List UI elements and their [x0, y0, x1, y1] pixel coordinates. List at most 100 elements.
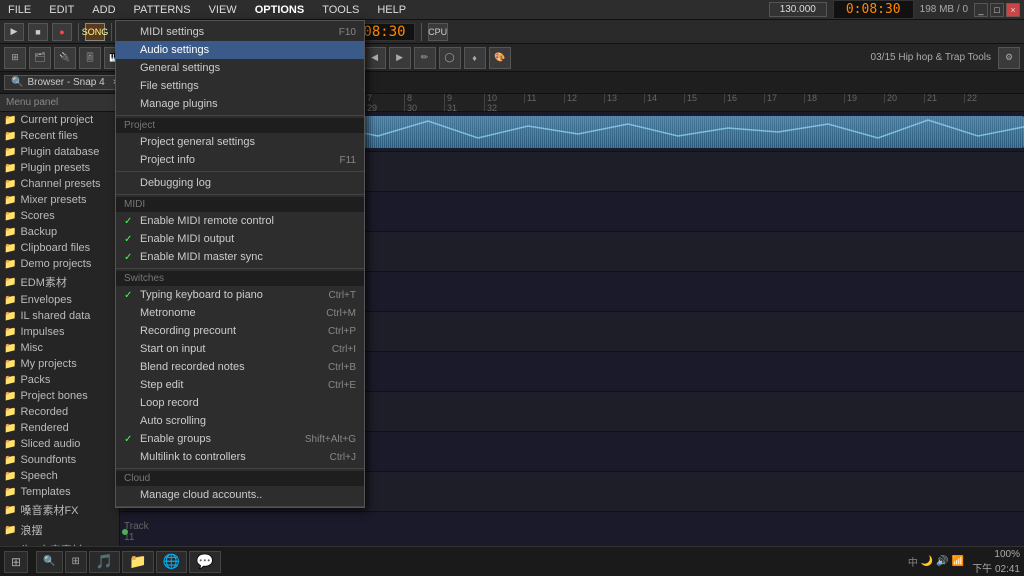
- menu-item-3-2[interactable]: ✓Enable MIDI master sync: [116, 248, 364, 266]
- sidebar-item-0[interactable]: 📁Current project: [0, 112, 119, 128]
- taskbar-app-3[interactable]: 🌐: [156, 551, 187, 573]
- clip-color[interactable]: 🎨: [489, 47, 511, 69]
- record-button[interactable]: ●: [52, 23, 72, 41]
- sidebar-item-8[interactable]: 📁Clipboard files: [0, 240, 119, 256]
- menu-item-3-1[interactable]: ✓Enable MIDI output: [116, 230, 364, 248]
- menu-item-label: Blend recorded notes: [140, 361, 245, 373]
- menu-item-2-0[interactable]: Debugging log: [116, 174, 364, 192]
- sidebar-item-15[interactable]: 📁My projects: [0, 356, 119, 372]
- maximize-button[interactable]: □: [990, 3, 1004, 17]
- menu-options[interactable]: OPTIONS: [251, 4, 309, 16]
- start-button[interactable]: ⊞: [4, 551, 28, 573]
- menu-item-1-1[interactable]: Project infoF11: [116, 151, 364, 169]
- tray-icon-2: 🌙: [921, 556, 933, 567]
- sidebar-item-4[interactable]: 📁Channel presets: [0, 176, 119, 192]
- taskbar-app-1[interactable]: 🎵: [89, 551, 120, 573]
- browser-button[interactable]: 🗂: [29, 47, 51, 69]
- plugin-button[interactable]: 🔌: [54, 47, 76, 69]
- menu-item-4-5[interactable]: Step editCtrl+E: [116, 376, 364, 394]
- sidebar-item-1[interactable]: 📁Recent files: [0, 128, 119, 144]
- menu-item-4-8[interactable]: ✓Enable groupsShift+Alt+G: [116, 430, 364, 448]
- clip-mute[interactable]: ◯: [439, 47, 461, 69]
- sidebar-item-22[interactable]: 📁Speech: [0, 468, 119, 484]
- sidebar-item-19[interactable]: 📁Rendered: [0, 420, 119, 436]
- menu-item-5-0[interactable]: Manage cloud accounts..: [116, 486, 364, 504]
- menu-item-0-2[interactable]: General settings: [116, 59, 364, 77]
- menu-item-label: Enable MIDI output: [140, 233, 234, 245]
- sidebar-item-label: Clipboard files: [20, 242, 90, 254]
- menu-item-label: Project info: [140, 154, 195, 166]
- browser-tab[interactable]: 🔍 Browser - Snap 4 ×: [4, 75, 126, 90]
- mixer-button[interactable]: 🎚: [79, 47, 101, 69]
- menu-item-4-9[interactable]: Multilink to controllersCtrl+J: [116, 448, 364, 466]
- pattern-mode[interactable]: SONG: [85, 23, 105, 41]
- sidebar-item-21[interactable]: 📁Soundfonts: [0, 452, 119, 468]
- menu-item-0-3[interactable]: File settings: [116, 77, 364, 95]
- sidebar-item-25[interactable]: 📁浪摆: [0, 520, 119, 540]
- menu-item-label: Debugging log: [140, 177, 211, 189]
- sidebar-item-11[interactable]: 📁Envelopes: [0, 292, 119, 308]
- menu-tools[interactable]: TOOLS: [318, 4, 363, 16]
- menu-add[interactable]: ADD: [88, 4, 119, 16]
- sidebar-item-13[interactable]: 📁Impulses: [0, 324, 119, 340]
- minimize-button[interactable]: _: [974, 3, 988, 17]
- close-button[interactable]: ×: [1006, 3, 1020, 17]
- taskbar-app-2[interactable]: 📁: [122, 551, 153, 573]
- menu-item-4-2[interactable]: Recording precountCtrl+P: [116, 322, 364, 340]
- sidebar-item-9[interactable]: 📁Demo projects: [0, 256, 119, 272]
- nudge-left[interactable]: ◀: [364, 47, 386, 69]
- menu-edit[interactable]: EDIT: [45, 4, 78, 16]
- tray-icon-3: 🔊: [936, 556, 948, 567]
- menu-item-4-6[interactable]: Loop record: [116, 394, 364, 412]
- bpm-display: 130.000: [769, 2, 827, 17]
- menu-item-3-0[interactable]: ✓Enable MIDI remote control: [116, 212, 364, 230]
- menu-item-4-3[interactable]: Start on inputCtrl+I: [116, 340, 364, 358]
- sidebar-item-10[interactable]: 📁EDM素材: [0, 272, 119, 292]
- taskbar-app-4[interactable]: 💬: [189, 551, 220, 573]
- sidebar-item-24[interactable]: 📁嗓音素材FX: [0, 500, 119, 520]
- sidebar-item-5[interactable]: 📁Mixer presets: [0, 192, 119, 208]
- menu-item-0-0[interactable]: MIDI settingsF10: [116, 23, 364, 41]
- sidebar-item-3[interactable]: 📁Plugin presets: [0, 160, 119, 176]
- sidebar-item-12[interactable]: 📁IL shared data: [0, 308, 119, 324]
- sidebar-item-18[interactable]: 📁Recorded: [0, 404, 119, 420]
- sidebar-header: Menu panel: [0, 94, 119, 112]
- menu-help[interactable]: HELP: [373, 4, 410, 16]
- menu-item-0-1[interactable]: Audio settings: [116, 41, 364, 59]
- sidebar-folder-icon: 📁: [4, 277, 16, 288]
- timeline-tick-18: 18: [804, 94, 844, 103]
- sidebar-item-17[interactable]: 📁Project bones: [0, 388, 119, 404]
- clip-solo[interactable]: ♦: [464, 47, 486, 69]
- menu-item-label: Metronome: [140, 307, 196, 319]
- nudge-right[interactable]: ▶: [389, 47, 411, 69]
- menu-view[interactable]: VIEW: [205, 4, 241, 16]
- sidebar-item-16[interactable]: 📁Packs: [0, 372, 119, 388]
- arr-settings[interactable]: ⚙: [998, 47, 1020, 69]
- menu-item-label: Manage cloud accounts..: [140, 489, 262, 501]
- sidebar-item-23[interactable]: 📁Templates: [0, 484, 119, 500]
- menu-bar: FILE EDIT ADD PATTERNS VIEW OPTIONS TOOL…: [0, 0, 1024, 20]
- sidebar-item-label: Soundfonts: [20, 454, 76, 466]
- menu-file[interactable]: FILE: [4, 4, 35, 16]
- sidebar-item-14[interactable]: 📁Misc: [0, 340, 119, 356]
- snap-button[interactable]: ⊞: [4, 47, 26, 69]
- menu-item-4-7[interactable]: Auto scrolling: [116, 412, 364, 430]
- menu-item-4-1[interactable]: MetronomeCtrl+M: [116, 304, 364, 322]
- search-bar[interactable]: 🔍: [36, 551, 62, 573]
- menu-item-0-4[interactable]: Manage plugins: [116, 95, 364, 113]
- sidebar-item-label: Plugin database: [20, 146, 99, 158]
- task-manager[interactable]: ⊞: [65, 551, 87, 573]
- clip-edit[interactable]: ✏: [414, 47, 436, 69]
- play-button[interactable]: ▶: [4, 23, 24, 41]
- menu-item-1-0[interactable]: Project general settings: [116, 133, 364, 151]
- menu-item-4-0[interactable]: ✓Typing keyboard to pianoCtrl+T: [116, 286, 364, 304]
- menu-item-label: Step edit: [140, 379, 183, 391]
- menu-patterns[interactable]: PATTERNS: [130, 4, 195, 16]
- stop-button[interactable]: ■: [28, 23, 48, 41]
- sidebar-item-2[interactable]: 📁Plugin database: [0, 144, 119, 160]
- sidebar-item-7[interactable]: 📁Backup: [0, 224, 119, 240]
- sidebar-item-label: Recorded: [20, 406, 68, 418]
- sidebar-item-6[interactable]: 📁Scores: [0, 208, 119, 224]
- sidebar-item-20[interactable]: 📁Sliced audio: [0, 436, 119, 452]
- menu-item-4-4[interactable]: Blend recorded notesCtrl+B: [116, 358, 364, 376]
